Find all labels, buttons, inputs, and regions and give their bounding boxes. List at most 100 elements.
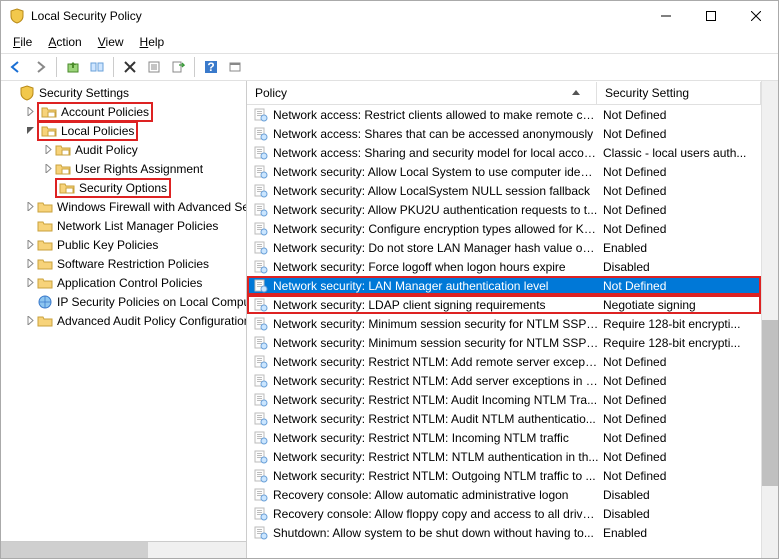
policy-name: Network security: Do not store LAN Manag… [273,241,599,255]
tree-item[interactable]: Software Restriction Policies [1,254,246,273]
tree-pane: Security Settings Account Policies Local P… [1,81,247,558]
policy-icon [253,506,269,522]
chevron-right-icon[interactable] [23,105,37,119]
policy-icon [253,468,269,484]
policy-row[interactable]: Network security: LAN Manager authentica… [247,276,761,295]
policy-row[interactable]: Network security: Minimum session securi… [247,314,761,333]
toolbar-separator [113,57,114,77]
ipsec-icon [37,294,53,310]
policy-row[interactable]: Network access: Shares that can be acces… [247,124,761,143]
tree-item[interactable]: Public Key Policies [1,235,246,254]
folder-policy-icon [55,161,71,177]
refresh-button[interactable] [224,56,246,78]
policy-name: Network security: Restrict NTLM: Audit I… [273,393,599,407]
tree-item-label: Account Policies [61,105,149,119]
folder-icon [37,218,53,234]
tree-item[interactable]: Application Control Policies [1,273,246,292]
expander-none [5,86,19,100]
policy-row[interactable]: Network security: Restrict NTLM: Audit I… [247,390,761,409]
chevron-right-icon[interactable] [23,257,37,271]
policy-row[interactable]: Network security: Force logoff when logo… [247,257,761,276]
policy-icon [253,240,269,256]
chevron-right-icon[interactable] [23,238,37,252]
toolbar-separator [56,57,57,77]
chevron-right-icon[interactable] [23,314,37,328]
policy-icon [253,392,269,408]
tree-item-label: Network List Manager Policies [57,219,218,233]
list-body[interactable]: Network access: Restrict clients allowed… [247,105,761,558]
menu-action[interactable]: Action [42,33,87,51]
folder-icon [37,199,53,215]
chevron-right-icon[interactable] [23,200,37,214]
chevron-right-icon[interactable] [41,162,55,176]
policy-name: Recovery console: Allow automatic admini… [273,488,599,502]
back-button[interactable] [5,56,27,78]
policy-row[interactable]: Network security: Restrict NTLM: Add ser… [247,371,761,390]
policy-setting: Not Defined [599,127,761,141]
v-scrollbar[interactable] [761,81,778,558]
help-button[interactable]: ? [200,56,222,78]
folder-icon [37,313,53,329]
policy-icon [253,164,269,180]
policy-setting: Not Defined [599,184,761,198]
chevron-right-icon[interactable] [23,276,37,290]
policy-row[interactable]: Network security: Allow PKU2U authentica… [247,200,761,219]
delete-button[interactable] [119,56,141,78]
policy-setting: Negotiate signing [599,298,761,312]
menu-help[interactable]: Help [134,33,171,51]
column-policy[interactable]: Policy [247,82,597,104]
tree-item[interactable]: Local Policies [1,121,246,140]
policy-row[interactable]: Shutdown: Allow system to be shut down w… [247,523,761,542]
policy-row[interactable]: Network security: Restrict NTLM: Add rem… [247,352,761,371]
policy-name: Network access: Sharing and security mod… [273,146,599,160]
tree-item[interactable]: Account Policies [1,102,246,121]
policy-row[interactable]: Network security: Do not store LAN Manag… [247,238,761,257]
chevron-down-icon[interactable] [23,124,37,138]
list-pane: Policy Security Setting Network access: … [247,81,778,558]
menubar: File Action View Help [1,31,778,53]
folder-icon [37,256,53,272]
tree-item-label: User Rights Assignment [75,162,203,176]
policy-row[interactable]: Network security: Restrict NTLM: Incomin… [247,428,761,447]
policy-row[interactable]: Network security: Allow LocalSystem NULL… [247,181,761,200]
column-setting[interactable]: Security Setting [597,82,761,104]
policy-row[interactable]: Network security: Configure encryption t… [247,219,761,238]
policy-name: Network security: Allow Local System to … [273,165,599,179]
chevron-right-icon[interactable] [41,143,55,157]
policy-setting: Require 128-bit encrypti... [599,336,761,350]
maximize-button[interactable] [688,1,733,31]
close-button[interactable] [733,1,778,31]
policy-icon [253,297,269,313]
forward-button[interactable] [29,56,51,78]
policy-row[interactable]: Recovery console: Allow automatic admini… [247,485,761,504]
tree-item[interactable]: Security Settings [1,83,246,102]
menu-file[interactable]: File [7,33,38,51]
tree-item[interactable]: IP Security Policies on Local Computer [1,292,246,311]
policy-row[interactable]: Recovery console: Allow floppy copy and … [247,504,761,523]
tree-item[interactable]: User Rights Assignment [1,159,246,178]
tree[interactable]: Security Settings Account Policies Local P… [1,81,246,541]
tree-item[interactable]: Network List Manager Policies [1,216,246,235]
policy-row[interactable]: Network security: Restrict NTLM: Outgoin… [247,466,761,485]
policy-row[interactable]: Network security: Allow Local System to … [247,162,761,181]
properties-button[interactable] [143,56,165,78]
policy-row[interactable]: Network security: LDAP client signing re… [247,295,761,314]
show-hide-button[interactable] [86,56,108,78]
minimize-button[interactable] [643,1,688,31]
policy-row[interactable]: Network access: Sharing and security mod… [247,143,761,162]
menu-view[interactable]: View [92,33,130,51]
policy-setting: Require 128-bit encrypti... [599,317,761,331]
policy-row[interactable]: Network security: Minimum session securi… [247,333,761,352]
expander-none [23,295,37,309]
policy-row[interactable]: Network access: Restrict clients allowed… [247,105,761,124]
folder-icon [37,275,53,291]
h-scrollbar[interactable] [1,541,246,558]
tree-item[interactable]: Windows Firewall with Advanced Security [1,197,246,216]
tree-item[interactable]: Security Options [1,178,246,197]
up-button[interactable] [62,56,84,78]
export-button[interactable] [167,56,189,78]
policy-row[interactable]: Network security: Restrict NTLM: Audit N… [247,409,761,428]
tree-item[interactable]: Audit Policy [1,140,246,159]
policy-row[interactable]: Network security: Restrict NTLM: NTLM au… [247,447,761,466]
tree-item[interactable]: Advanced Audit Policy Configuration [1,311,246,330]
